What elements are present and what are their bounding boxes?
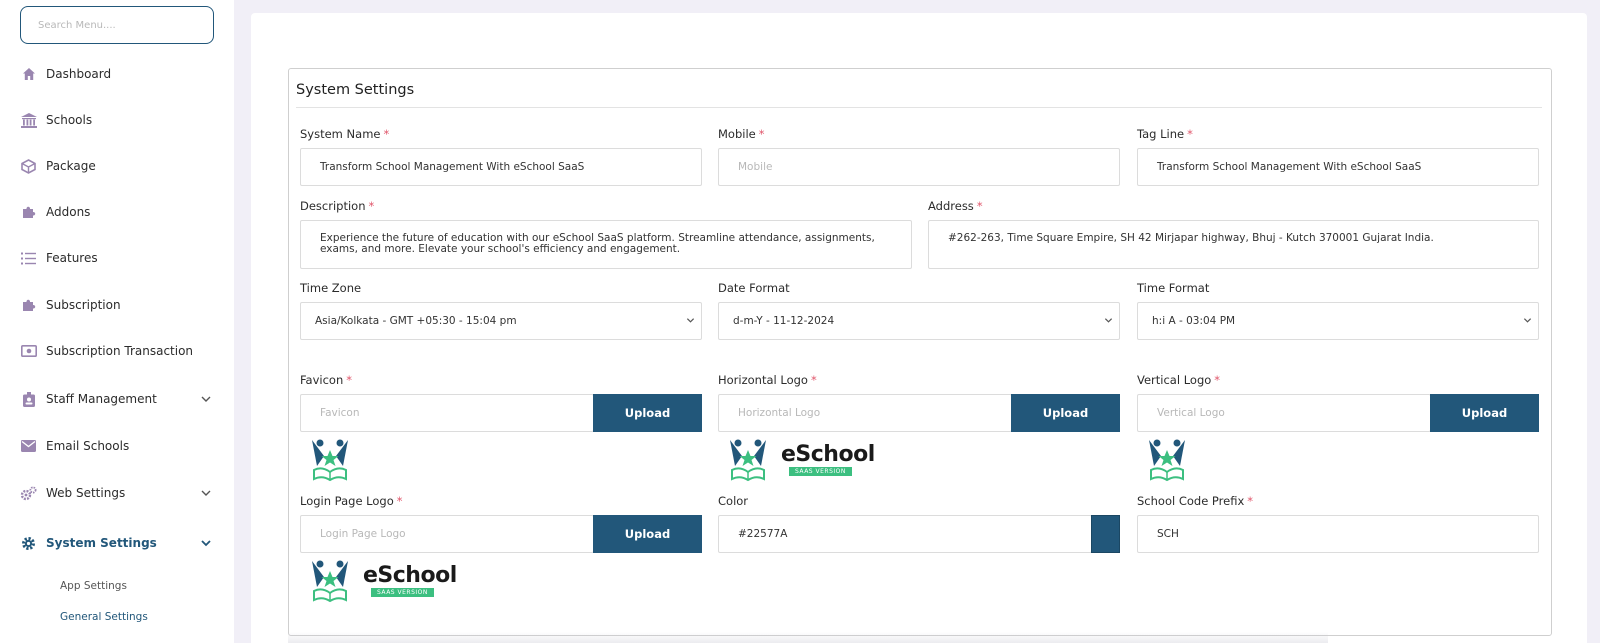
sidebar-item-label: Dashboard xyxy=(46,67,112,81)
eschool-logo-icon xyxy=(1149,439,1185,482)
favicon-upload-button[interactable]: Upload xyxy=(593,394,702,432)
horizontal-logo-file-input[interactable]: Horizontal Logo xyxy=(718,394,1012,432)
color-picker-swatch[interactable] xyxy=(1091,515,1120,553)
eschool-logo-icon xyxy=(312,560,348,603)
sidebar-item-email-schools[interactable]: Email Schools xyxy=(0,431,234,461)
gear-icon xyxy=(20,535,37,552)
time-format-select[interactable]: h:i A - 03:04 PM xyxy=(1137,302,1539,340)
sidebar-item-addons[interactable]: Addons xyxy=(0,197,234,227)
sidebar-item-dashboard[interactable]: Dashboard xyxy=(0,59,234,89)
sidebar-item-label: Subscription xyxy=(46,298,121,312)
sidebar-item-web-settings[interactable]: Web Settings xyxy=(0,478,234,508)
logo-badge: SAAS VERSION xyxy=(371,588,434,597)
vertical-logo-label: Vertical Logo * xyxy=(1137,373,1221,387)
sidebar-item-label: Web Settings xyxy=(46,486,126,500)
page-title: System Settings xyxy=(296,82,415,98)
sidebar-item-label: Subscription Transaction xyxy=(46,344,194,358)
date-format-label: Date Format xyxy=(718,281,790,295)
favicon-label: Favicon * xyxy=(300,373,353,387)
description-textarea[interactable]: Experience the future of education with … xyxy=(300,220,912,269)
tag-line-input[interactable]: Transform School Management With eSchool… xyxy=(1137,148,1539,186)
address-label: Address * xyxy=(928,199,983,213)
eschool-logo-icon xyxy=(312,439,348,482)
puzzle-icon xyxy=(20,204,37,221)
login-page-logo-upload-button[interactable]: Upload xyxy=(593,515,702,553)
date-format-select[interactable]: d-m-Y - 11-12-2024 xyxy=(718,302,1120,340)
sidebar-item-label: Schools xyxy=(46,113,93,127)
eschool-logo-icon xyxy=(730,439,766,482)
chevron-down-icon xyxy=(1104,318,1113,323)
scroll-shadow xyxy=(288,632,1328,643)
vertical-logo-upload-button[interactable]: Upload xyxy=(1430,394,1539,432)
money-icon xyxy=(20,343,37,360)
search-menu-input[interactable] xyxy=(20,6,214,44)
tag-line-label: Tag Line * xyxy=(1137,127,1193,141)
chevron-down-icon xyxy=(686,318,695,323)
color-label: Color xyxy=(718,494,749,508)
sidebar-item-label: Package xyxy=(46,159,96,173)
horizontal-logo-upload-button[interactable]: Upload xyxy=(1011,394,1120,432)
sidebar-item-subscription-transaction[interactable]: Subscription Transaction xyxy=(0,336,234,366)
logo-wordmark: eSchool SAAS VERSION xyxy=(363,565,457,597)
sidebar-item-package[interactable]: Package xyxy=(0,151,234,181)
login-page-logo-label: Login Page Logo * xyxy=(300,494,403,508)
time-zone-label: Time Zone xyxy=(300,281,362,295)
favicon-preview xyxy=(307,438,353,482)
sidebar-item-schools[interactable]: Schools xyxy=(0,105,234,135)
logo-word: eSchool xyxy=(363,563,457,588)
sidebar-item-staff-management[interactable]: Staff Management xyxy=(0,384,234,414)
chevron-down-icon xyxy=(201,396,211,402)
badge-icon xyxy=(20,391,37,408)
login-page-logo-preview: eSchool SAAS VERSION xyxy=(307,559,457,603)
color-hex-input[interactable]: #22577A xyxy=(718,515,1092,553)
box-icon xyxy=(20,158,37,175)
logo-word: eSchool xyxy=(781,442,875,467)
mobile-label: Mobile * xyxy=(718,127,765,141)
time-format-label: Time Format xyxy=(1137,281,1210,295)
logo-badge: SAAS VERSION xyxy=(789,467,852,476)
list-icon xyxy=(20,250,37,267)
vertical-logo-file-input[interactable]: Vertical Logo xyxy=(1137,394,1431,432)
sidebar-item-label: Staff Management xyxy=(46,392,157,406)
chevron-down-icon xyxy=(201,490,211,496)
description-label: Description * xyxy=(300,199,375,213)
logo-wordmark: eSchool SAAS VERSION xyxy=(781,444,875,476)
sidebar-subitem-app-settings[interactable]: App Settings xyxy=(60,580,127,592)
sidebar-item-label: Features xyxy=(46,251,98,265)
school-code-prefix-input[interactable]: SCH xyxy=(1137,515,1539,553)
envelope-icon xyxy=(20,438,37,455)
puzzle-icon xyxy=(20,297,37,314)
horizontal-logo-label: Horizontal Logo * xyxy=(718,373,817,387)
sidebar-item-label: System Settings xyxy=(46,536,157,550)
sidebar-item-features[interactable]: Features xyxy=(0,243,234,273)
mobile-input[interactable]: Mobile xyxy=(718,148,1120,186)
time-zone-value: Asia/Kolkata - GMT +05:30 - 15:04 pm xyxy=(315,315,517,327)
bank-icon xyxy=(20,112,37,129)
sidebar-subitem-general-settings[interactable]: General Settings xyxy=(60,611,148,623)
system-name-input[interactable]: Transform School Management With eSchool… xyxy=(300,148,702,186)
sidebar-item-label: Email Schools xyxy=(46,439,130,453)
login-page-logo-file-input[interactable]: Login Page Logo xyxy=(300,515,594,553)
system-name-label: System Name * xyxy=(300,127,390,141)
vertical-logo-preview xyxy=(1144,438,1190,482)
date-format-value: d-m-Y - 11-12-2024 xyxy=(733,315,835,327)
gears-icon xyxy=(20,485,37,502)
sidebar-item-label: Addons xyxy=(46,205,91,219)
chevron-down-icon xyxy=(1523,318,1532,323)
sidebar-item-system-settings[interactable]: System Settings xyxy=(0,528,234,558)
time-zone-select[interactable]: Asia/Kolkata - GMT +05:30 - 15:04 pm xyxy=(300,302,702,340)
horizontal-logo-preview: eSchool SAAS VERSION xyxy=(725,438,875,482)
time-format-value: h:i A - 03:04 PM xyxy=(1152,315,1236,327)
favicon-file-input[interactable]: Favicon xyxy=(300,394,594,432)
sidebar-item-subscription[interactable]: Subscription xyxy=(0,290,234,320)
sidebar: Dashboard Schools Package Addons Feature… xyxy=(0,0,234,643)
chevron-down-icon xyxy=(201,540,211,547)
title-divider xyxy=(296,107,1542,108)
home-icon xyxy=(20,66,37,83)
school-code-prefix-label: School Code Prefix * xyxy=(1137,494,1254,508)
address-textarea[interactable]: #262-263, Time Square Empire, SH 42 Mirj… xyxy=(928,220,1539,269)
